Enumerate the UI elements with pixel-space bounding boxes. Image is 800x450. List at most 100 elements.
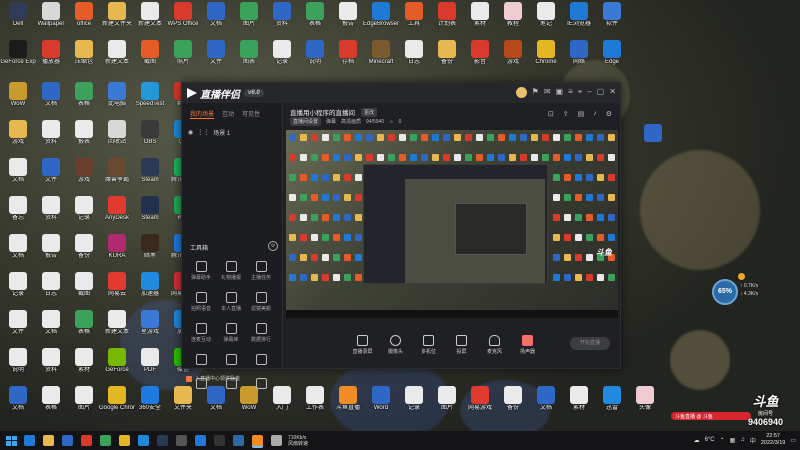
desktop-icon[interactable]: 游戏: [66, 158, 102, 184]
desktop-icon[interactable]: 新建文本: [99, 310, 135, 336]
mail-icon[interactable]: ✉: [544, 87, 551, 98]
desktop-icon[interactable]: 素材: [561, 386, 597, 412]
desktop-icon[interactable]: Steam: [132, 196, 168, 222]
network-meter-widget[interactable]: 65%: [712, 279, 738, 305]
drag-icon[interactable]: ⋮⋮: [197, 129, 209, 136]
desktop-icon[interactable]: 网络: [561, 40, 597, 66]
qq-taskbar-icon[interactable]: [138, 435, 149, 446]
excel-taskbar-icon[interactable]: [100, 435, 111, 446]
desktop-icon[interactable]: 截图: [132, 40, 168, 66]
desktop-icon[interactable]: 记录: [0, 272, 36, 298]
desktop-icon[interactable]: Minecraft: [363, 40, 399, 66]
menu-icon[interactable]: ≡: [568, 87, 573, 98]
desktop-icon[interactable]: EdgeBrowser: [363, 2, 399, 28]
app6-taskbar-icon[interactable]: [271, 435, 282, 446]
desktop-icon[interactable]: 图片: [66, 386, 102, 412]
desktop-icon[interactable]: 备份: [495, 386, 531, 412]
desktop-icon[interactable]: [635, 124, 671, 142]
desktop-icon[interactable]: 素材: [462, 2, 498, 28]
room-settings-button[interactable]: 直播间设置: [290, 117, 322, 126]
desktop-icon[interactable]: IE浏览器: [561, 2, 597, 28]
desktop-icon[interactable]: 网易游戏: [462, 386, 498, 412]
desktop-icon[interactable]: 工作表: [297, 386, 333, 412]
windows-start-icon[interactable]: [6, 435, 17, 446]
desktop-icon[interactable]: 报表: [66, 120, 102, 146]
desktop-icon[interactable]: 教程: [495, 2, 531, 28]
desktop-icon[interactable]: 文档: [0, 234, 36, 260]
stream-preview[interactable]: 斗鱼: [286, 130, 618, 318]
desktop-icon[interactable]: 文档: [198, 2, 234, 28]
toolbox-item[interactable]: [246, 354, 276, 367]
desktop-icon[interactable]: 暗黑: [132, 234, 168, 260]
desktop-icon[interactable]: 资料: [33, 196, 69, 222]
app2-taskbar-icon[interactable]: [176, 435, 187, 446]
desktop-icon[interactable]: 文件: [33, 158, 69, 184]
chrome-taskbar-icon[interactable]: [119, 435, 130, 446]
desktop-icon[interactable]: 新建文本: [132, 2, 168, 28]
clock[interactable]: 22:57 2022/3/19: [761, 433, 785, 447]
desktop-icon[interactable]: 素材: [66, 348, 102, 374]
desktop-icon[interactable]: 文档: [528, 386, 564, 412]
desktop-icon[interactable]: 回收站: [99, 120, 135, 146]
app-taskbar-icon[interactable]: [81, 435, 92, 446]
toolbox-item[interactable]: [216, 354, 246, 367]
desktop-icon[interactable]: 文档: [0, 158, 36, 184]
notification-icon[interactable]: ▭: [790, 437, 796, 444]
desktop-icon[interactable]: KURA: [99, 234, 135, 260]
speaker-button[interactable]: 扬声器: [511, 334, 544, 355]
desktop-icon[interactable]: 软件: [594, 2, 630, 28]
app4-taskbar-icon[interactable]: [214, 435, 225, 446]
desktop-icon[interactable]: 影音: [462, 40, 498, 66]
desktop-icon[interactable]: 迅雷: [594, 386, 630, 412]
desktop-icon[interactable]: 游戏: [0, 120, 36, 146]
desktop-icon[interactable]: 图表: [231, 40, 267, 66]
temperature[interactable]: 6°C: [705, 437, 715, 443]
ime-indicator[interactable]: 中: [750, 436, 756, 445]
live-companion-window[interactable]: 直播伴侣 v6.0 ⚑ ✉ ▣ ≡ ⌖ – ▢ ✕ 我的场景 互动 可见性 ◉ …: [181, 82, 621, 389]
desktop-icon[interactable]: GeForce: [99, 348, 135, 374]
desktop-icon[interactable]: 表格: [33, 386, 69, 412]
tray-overflow-icon[interactable]: ⌃: [720, 437, 725, 444]
desktop-icon[interactable]: SpeedTest: [132, 82, 168, 108]
volume-icon[interactable]: ♫: [740, 437, 745, 443]
desktop-icon[interactable]: 压缩包: [66, 40, 102, 66]
desktop-icon[interactable]: 网易云: [99, 272, 135, 298]
quality-label[interactable]: 高清画质: [341, 118, 361, 125]
desktop-icon[interactable]: 记录: [396, 386, 432, 412]
desktop-icon[interactable]: 计划表: [429, 2, 465, 28]
toolbox-item[interactable]: 礼物播报: [216, 261, 246, 281]
share-icon[interactable]: ⇪: [563, 110, 569, 118]
scene-item[interactable]: ◉ ⋮⋮ 场景 1: [182, 125, 282, 140]
desktop-icon[interactable]: WPS Office: [165, 2, 201, 28]
desktop-icon[interactable]: 新建文件夹: [99, 2, 135, 28]
word-taskbar-icon[interactable]: [62, 435, 73, 446]
multi-cam-button[interactable]: 多机位: [412, 334, 445, 355]
desktop-icon[interactable]: 报告: [33, 234, 69, 260]
screen-record-button[interactable]: 直播录屏: [346, 334, 379, 355]
desktop-icon[interactable]: 说明: [0, 348, 36, 374]
desktop-icon[interactable]: 表格: [297, 2, 333, 28]
camera-button[interactable]: 摄像头: [379, 334, 412, 355]
network-icon[interactable]: ▦: [730, 437, 736, 444]
toolbox-item[interactable]: 数据排行: [246, 323, 276, 343]
desktop-icon[interactable]: 笔记: [528, 2, 564, 28]
pin-icon[interactable]: ⌖: [578, 87, 583, 98]
minimize-icon[interactable]: –: [587, 87, 591, 98]
desktop-icon[interactable]: 记录: [264, 40, 300, 66]
close-icon[interactable]: ✕: [609, 87, 616, 98]
desktop-icon[interactable]: 备忘: [0, 196, 36, 222]
gear-icon[interactable]: ⚙: [268, 241, 278, 251]
edge-taskbar-icon[interactable]: [24, 435, 35, 446]
desktop-icon[interactable]: OBS: [132, 120, 168, 146]
desktop-icon[interactable]: 存档: [330, 40, 366, 66]
desktop-icon[interactable]: Steam: [132, 158, 168, 184]
maximize-icon[interactable]: ▢: [597, 87, 605, 98]
start-live-button[interactable]: 开始直播: [570, 337, 610, 350]
desktop-icon[interactable]: 表格: [66, 82, 102, 108]
edit-title-button[interactable]: 更改: [361, 107, 378, 117]
desktop-icon[interactable]: 日志: [396, 40, 432, 66]
desktop-icon[interactable]: Dell: [0, 2, 36, 28]
toolbox-item[interactable]: 主播任务: [246, 261, 276, 281]
gift-icon[interactable]: ▤: [578, 110, 585, 118]
promo-banner[interactable]: 入直播中心领奖励金: [186, 375, 240, 382]
